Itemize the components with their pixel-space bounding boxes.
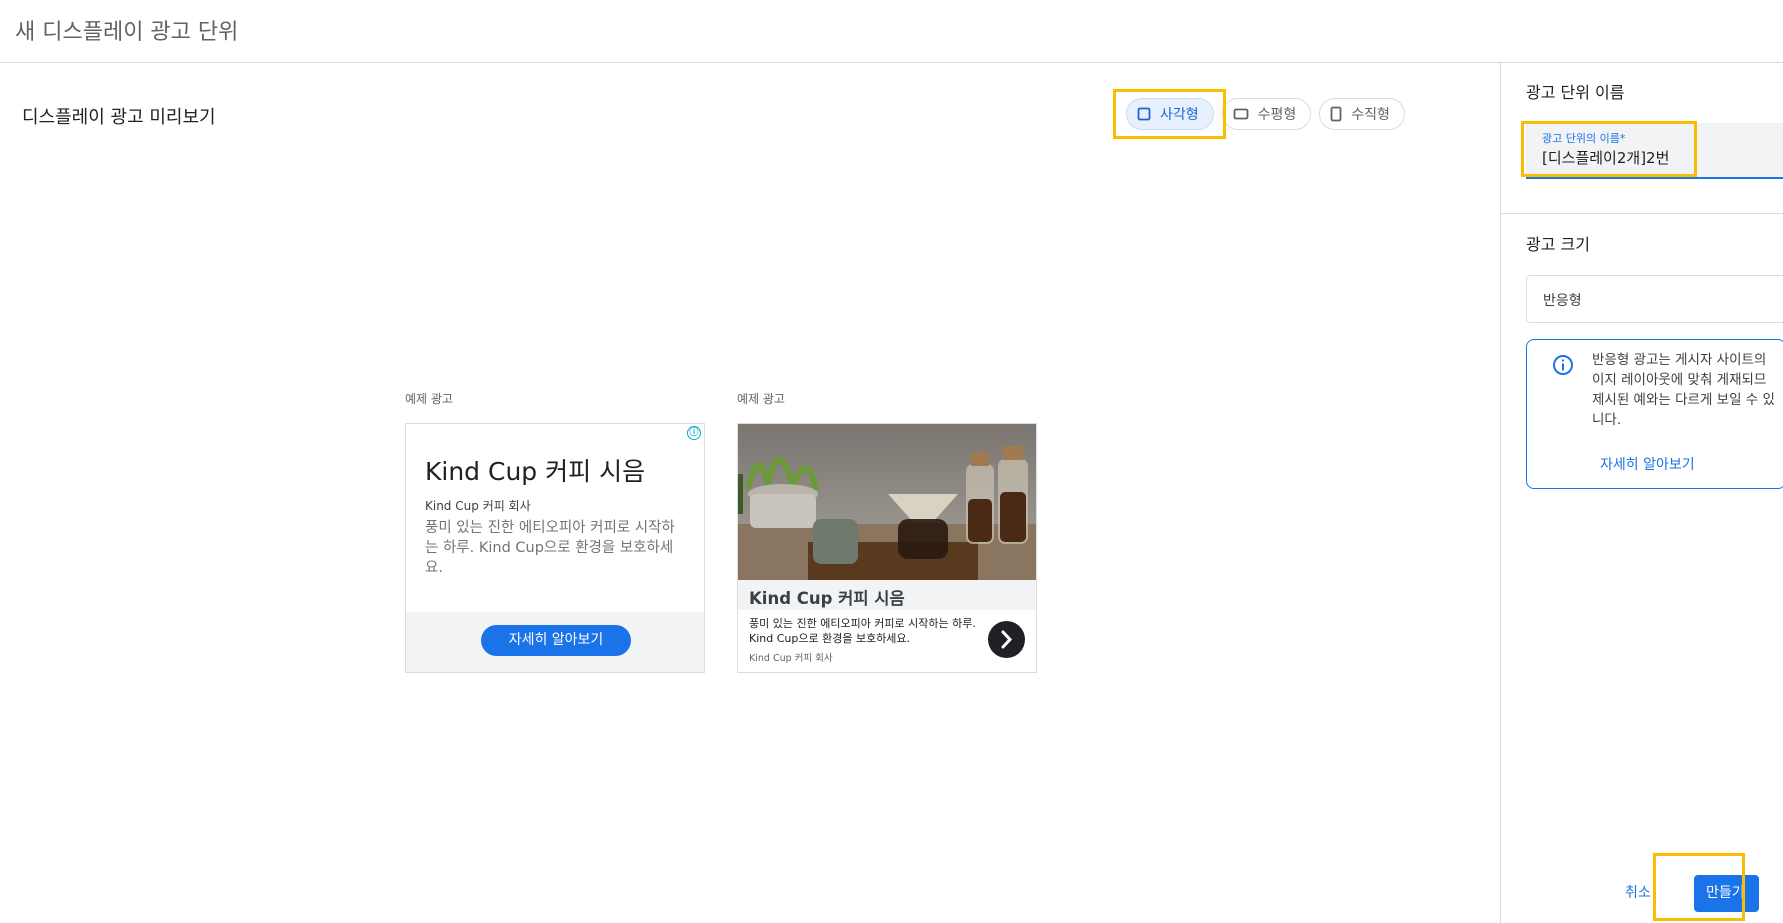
ad-unit-name-value[interactable]: [디스플레이2개]2번 [1542,147,1669,168]
info-icon[interactable]: ⓘ [687,426,701,440]
ad-size-value: 반응형 [1543,293,1582,309]
sample-ad-label: 예제 광고 [737,392,785,406]
responsive-info-text: 반응형 광고는 게시자 사이트의 이지 레이아웃에 맞춰 게재되므 제시된 예와… [1592,350,1783,430]
section-divider [1501,213,1783,214]
page-title: 새 디스플레이 광고 단위 [15,20,239,45]
info-text-line: 이지 레이아웃에 맞춰 게재되므 [1592,372,1767,388]
create-button[interactable]: 만들기 [1694,875,1759,912]
ad-size-title: 광고 크기 [1526,235,1590,254]
square-icon [1137,107,1151,121]
ad-unit-name-label: 광고 단위의 이름* [1542,132,1626,145]
ad-cta-button[interactable]: 자세히 알아보기 [481,625,631,656]
chip-horizontal-label: 수평형 [1257,107,1297,123]
settings-sidebar: 광고 단위 이름 광고 단위의 이름* [디스플레이2개]2번 광고 크기 반응… [1500,63,1783,923]
chevron-right-icon[interactable] [988,621,1025,658]
ad-footer: 자세히 알아보기 [406,612,704,672]
info-icon [1553,355,1573,375]
info-text-line: 니다. [1592,412,1622,428]
sample-ad-label: 예제 광고 [405,392,453,406]
info-text-line: 제시된 예와는 다르게 보일 수 있 [1592,392,1775,408]
ad-size-select[interactable]: 반응형 [1526,275,1783,323]
ad-headline-band: Kind Cup 커피 시음 [738,580,1036,610]
preview-title: 디스플레이 광고 미리보기 [22,107,216,128]
text-ad-preview: ⓘ Kind Cup 커피 시음 Kind Cup 커피 회사 풍미 있는 진한… [405,423,705,673]
shape-chip-group: 사각형 수평형 수직형 [1126,98,1405,130]
chip-square[interactable]: 사각형 [1126,98,1214,130]
top-bar: 새 디스플레이 광고 단위 [0,0,1783,63]
cancel-button[interactable]: 취소 [1625,882,1651,902]
info-text-line: 반응형 광고는 게시자 사이트의 [1592,352,1767,368]
learn-more-link[interactable]: 자세히 알아보기 [1600,454,1695,474]
preview-panel: 디스플레이 광고 미리보기 사각형 수평형 수직형 예제 광고 ⓘ Kind C… [0,63,1500,923]
ad-company: Kind Cup 커피 회사 [425,499,531,513]
responsive-info-box: 반응형 광고는 게시자 사이트의 이지 레이아웃에 맞춰 게재되므 제시된 예와… [1526,339,1783,489]
chip-square-label: 사각형 [1160,107,1199,123]
image-ad-preview: Kind Cup 커피 시음 풍미 있는 진한 에티오피아 커피로 시작하는 하… [737,423,1037,673]
chip-horizontal[interactable]: 수평형 [1221,98,1312,130]
ad-unit-name-field[interactable]: 광고 단위의 이름* [디스플레이2개]2번 [1526,123,1783,179]
ad-unit-name-title: 광고 단위 이름 [1526,83,1625,102]
coffee-pour-over-photo [738,424,1036,580]
vertical-rect-icon [1330,106,1342,122]
ad-headline: Kind Cup 커피 시음 [425,457,646,486]
chip-vertical-label: 수직형 [1351,107,1390,123]
chip-vertical[interactable]: 수직형 [1319,98,1405,130]
ad-company: Kind Cup 커피 회사 [749,653,833,664]
ad-description: 풍미 있는 진한 에티오피아 커피로 시작하는 하루. Kind Cup으로 환… [425,520,675,576]
ad-description: 풍미 있는 진한 에티오피아 커피로 시작하는 하루. Kind Cup으로 환… [749,617,976,645]
ad-headline: Kind Cup 커피 시음 [749,589,905,608]
horizontal-rect-icon [1233,108,1249,120]
